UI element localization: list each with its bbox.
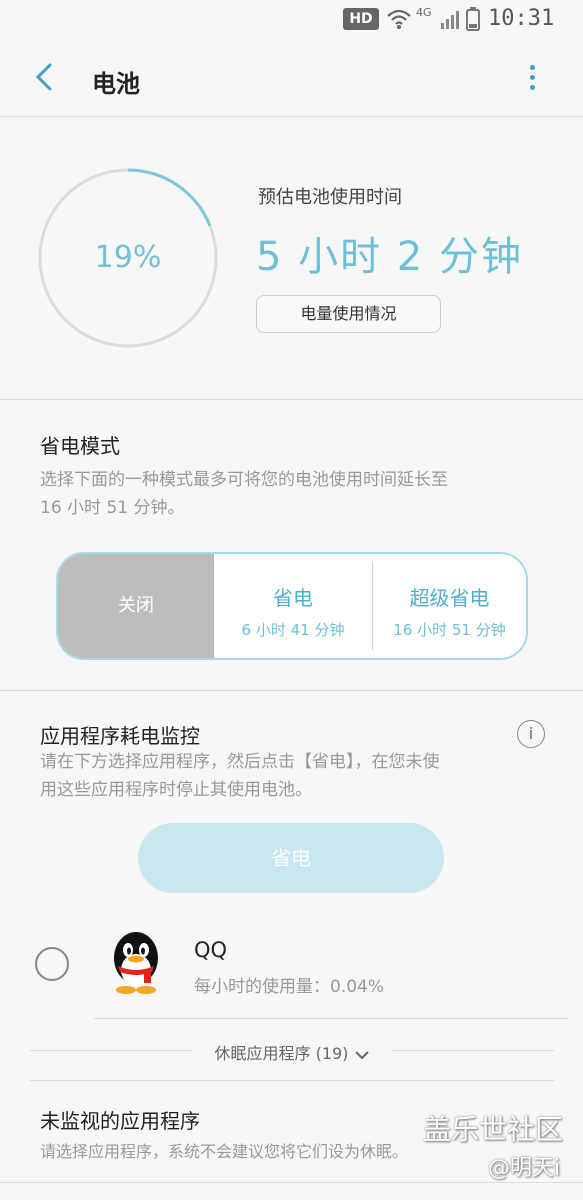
hd-badge: HD: [343, 8, 379, 30]
save-power-button[interactable]: 省电: [138, 823, 444, 893]
power-saving-desc-2: 16 小时 51 分钟。: [40, 498, 185, 518]
power-mode-selector: 关闭 省电 6 小时 41 分钟 超级省电 16 小时 51 分钟: [56, 552, 528, 660]
header-divider: [0, 116, 583, 117]
sleeping-apps-label: 休眠应用程序 (19): [214, 1044, 349, 1063]
mode-off[interactable]: 关闭: [58, 554, 214, 658]
section-divider: [0, 399, 583, 400]
unmonitored-title[interactable]: 未监视的应用程序: [40, 1105, 200, 1134]
app-select-radio[interactable]: [35, 947, 69, 981]
clock: 10:31: [488, 6, 555, 31]
app-monitor-desc-1: 请在下方选择应用程序，然后点击【省电】，在您未使: [40, 752, 440, 772]
power-saving-title: 省电模式: [40, 434, 120, 458]
page-title: 电池: [92, 70, 140, 98]
mode-saving[interactable]: 省电 6 小时 41 分钟: [214, 554, 372, 658]
app-monitor-desc-2: 用这些应用程序时停止其使用电池。: [40, 780, 312, 800]
network-type: 4G: [416, 6, 432, 19]
mode-super-saving-label: 超级省电: [409, 586, 490, 610]
row-divider: [94, 1018, 568, 1019]
sleeping-apps-expander[interactable]: 休眠应用程序 (19): [30, 1036, 554, 1066]
chevron-down-icon: [354, 1050, 369, 1059]
status-bar: HD 4G 10:31: [0, 0, 583, 40]
watermark-title: 盖乐世社区: [423, 1113, 564, 1146]
section-divider: [30, 1080, 554, 1081]
app-usage: 每小时的使用量：0.04%: [194, 977, 385, 997]
qq-app-icon: [114, 932, 158, 994]
estimate-label: 预估电池使用时间: [258, 187, 402, 208]
info-icon[interactable]: i: [517, 720, 545, 748]
wifi-icon: [387, 9, 411, 29]
section-divider: [0, 690, 583, 691]
more-options-icon[interactable]: [520, 62, 544, 92]
mode-super-saving-time: 16 小时 51 分钟: [393, 621, 506, 639]
battery-usage-button[interactable]: 电量使用情况: [256, 295, 441, 333]
power-saving-desc-1: 选择下面的一种模式最多可将您的电池使用时间延长至: [40, 470, 448, 490]
app-monitor-title: 应用程序耗电监控: [40, 724, 200, 748]
app-name: QQ: [194, 938, 228, 962]
mode-super-saving[interactable]: 超级省电 16 小时 51 分钟: [373, 554, 526, 658]
watermark-handle: @明天i: [488, 1156, 561, 1181]
battery-status-icon: [466, 7, 480, 31]
back-icon[interactable]: [34, 62, 54, 98]
unmonitored-desc: 请选择应用程序，系统不会建议您将它们设为休眠。: [40, 1142, 409, 1161]
estimate-value: 5 小时 2 分钟: [256, 234, 524, 280]
battery-percent: 19%: [94, 240, 162, 275]
mode-saving-time: 6 小时 41 分钟: [241, 621, 345, 639]
bottom-divider: [0, 1182, 583, 1183]
mode-saving-label: 省电: [273, 586, 313, 610]
signal-icon: [441, 11, 459, 29]
